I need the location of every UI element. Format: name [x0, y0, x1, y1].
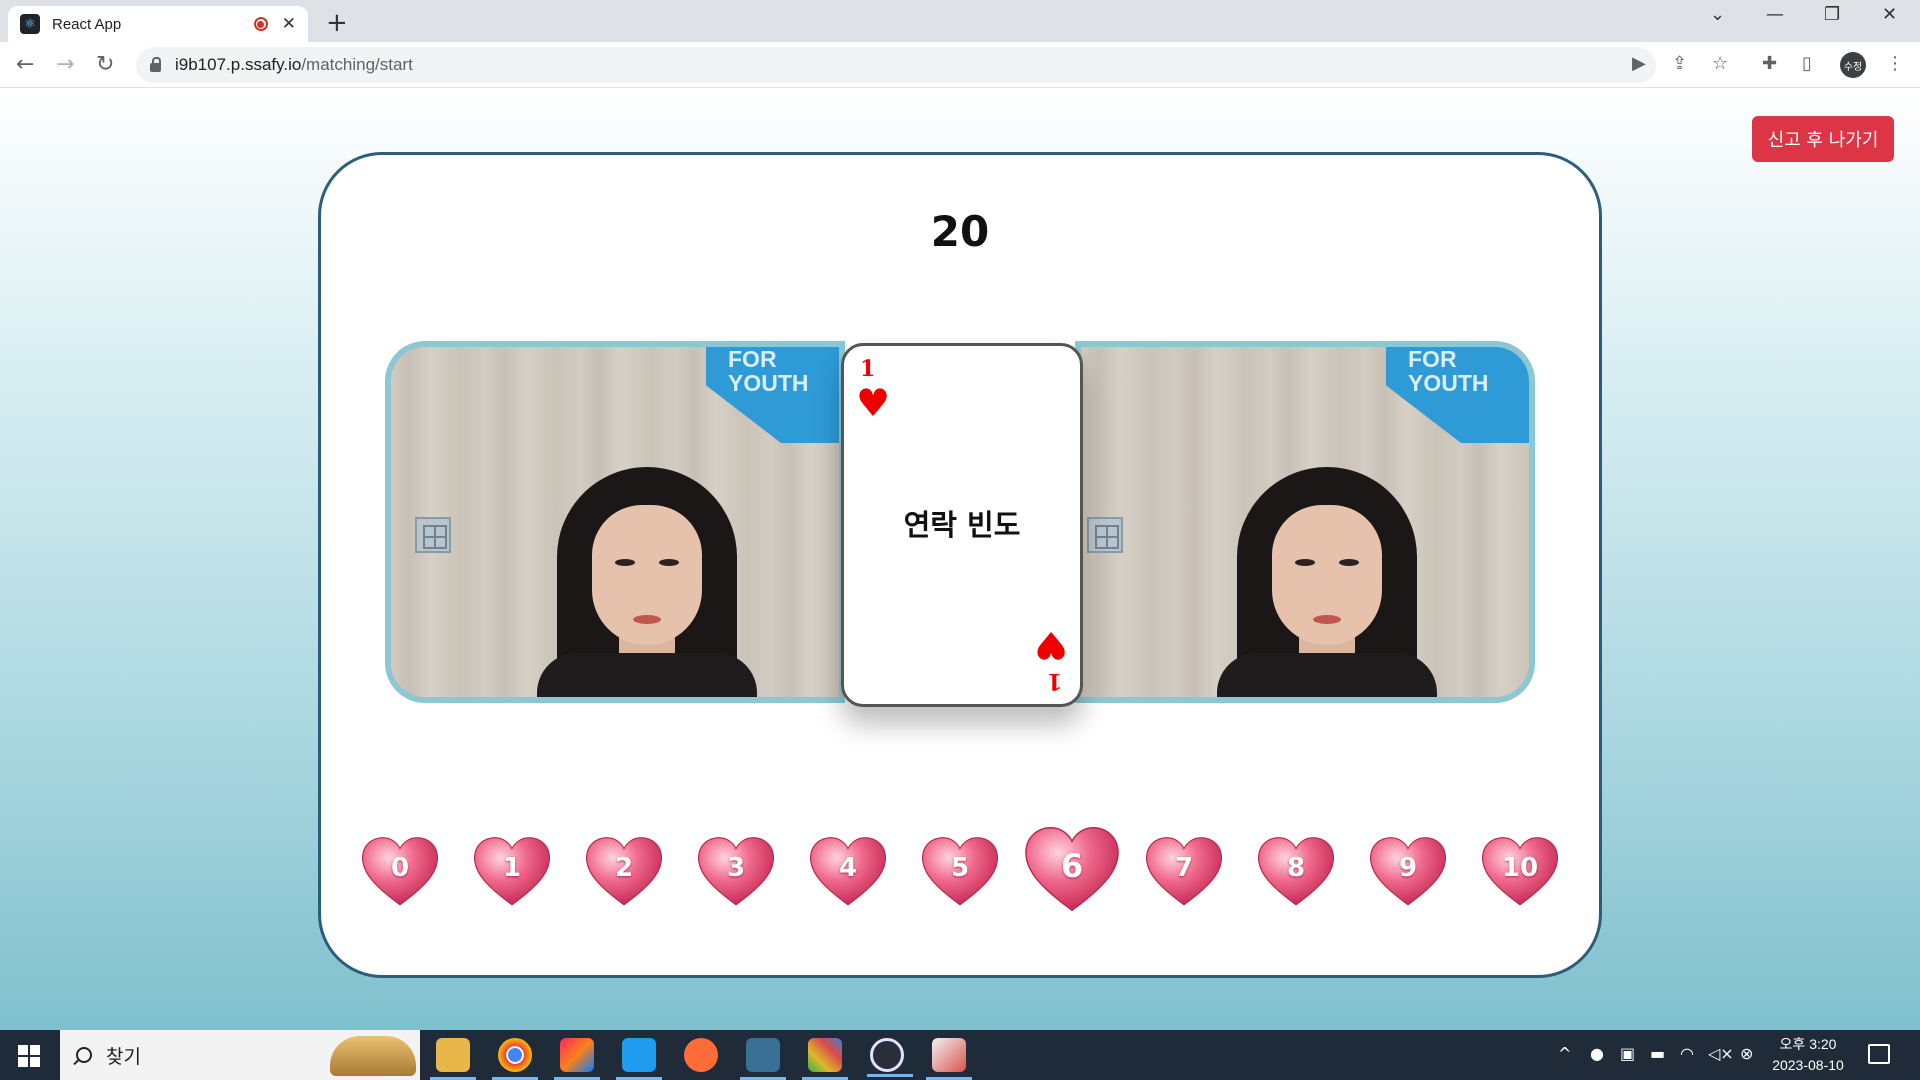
status-icon[interactable]: ⊗	[1740, 1044, 1753, 1063]
score-heart-label: 2	[614, 853, 634, 883]
postman-icon[interactable]	[684, 1038, 718, 1072]
url-bar[interactable]: i9b107.p.ssafy.io/matching/start	[136, 47, 1656, 83]
score-heart-label: 10	[1501, 853, 1539, 883]
new-tab-button[interactable]: +	[326, 8, 348, 38]
notification-icon[interactable]	[1868, 1044, 1890, 1064]
clock-time: 오후 3:20	[1779, 1036, 1837, 1052]
browser-tab[interactable]: ⚛ React App ✕	[8, 6, 308, 42]
display-icon[interactable]: ▣	[1620, 1044, 1635, 1063]
address-toolbar: ← → ↻ i9b107.p.ssafy.io/matching/start ▶…	[0, 42, 1920, 88]
score-heart-4[interactable]: 4	[809, 835, 887, 909]
file-explorer-icon[interactable]	[430, 1038, 476, 1080]
tab-search-chevron-icon[interactable]: ⌄	[1710, 4, 1725, 25]
score-heart-label: 7	[1174, 853, 1194, 883]
profile-avatar[interactable]: 수정	[1840, 52, 1866, 78]
participant-person	[537, 467, 757, 697]
report-and-exit-button[interactable]: 신고 후 나가기	[1752, 116, 1894, 162]
side-panel-icon[interactable]: ▯	[1802, 53, 1812, 74]
page-background: 신고 후 나가기 20 FOR YOUTH FOR YOUTH 1 ♥ 연락 빈…	[0, 88, 1920, 1030]
extensions-icon[interactable]: ✚	[1762, 53, 1777, 74]
banner-text: FOR YOUTH	[728, 346, 809, 396]
tray-chevron-icon[interactable]: ^	[1558, 1044, 1571, 1063]
vscode-icon[interactable]	[616, 1038, 662, 1080]
score-heart-label: 9	[1398, 853, 1418, 883]
react-favicon-icon: ⚛	[20, 14, 40, 34]
partner-video: FOR YOUTH	[1075, 341, 1535, 703]
back-button[interactable]: ←	[16, 52, 34, 77]
card-rank-top: 1	[860, 356, 876, 382]
score-heart-8[interactable]: 8	[1257, 835, 1335, 909]
battery-icon[interactable]: ▬	[1650, 1044, 1665, 1063]
tab-title: React App	[52, 15, 122, 33]
score-heart-label: 1	[502, 853, 522, 883]
score-heart-0[interactable]: 0	[361, 835, 439, 909]
chrome-icon[interactable]	[492, 1038, 538, 1080]
card-topic: 연락 빈도	[903, 508, 1021, 542]
taskbar-search[interactable]: 찾기	[60, 1030, 420, 1080]
score-heart-2[interactable]: 2	[585, 835, 663, 909]
share-icon[interactable]: ⇪	[1672, 53, 1687, 74]
microphone-icon[interactable]: ●	[1590, 1044, 1604, 1063]
wall-switch	[415, 517, 451, 553]
clock-date: 2023-08-10	[1772, 1057, 1844, 1073]
score-heart-label: 6	[1060, 847, 1084, 885]
score-heart-10[interactable]: 10	[1481, 835, 1559, 909]
recording-indicator-icon	[253, 17, 268, 31]
score-heart-3[interactable]: 3	[697, 835, 775, 909]
browser-tab-bar: ⚛ React App ✕ + ⌄ — ❐ ✕	[0, 0, 1920, 42]
heart-suit-icon: ♥	[1033, 623, 1068, 667]
heart-suit-icon: ♥	[856, 381, 891, 425]
score-heart-label: 0	[390, 853, 410, 883]
camera-icon[interactable]: ▶	[1632, 53, 1646, 74]
matching-panel: 20 FOR YOUTH FOR YOUTH 1 ♥ 연락 빈도 ♥ 1 0 1…	[318, 152, 1602, 978]
my-video: FOR YOUTH	[385, 341, 845, 703]
search-placeholder: 찾기	[106, 1045, 141, 1068]
card-rank-bottom: 1	[1046, 668, 1062, 694]
search-icon	[76, 1047, 92, 1063]
wall-switch	[1087, 517, 1123, 553]
mattermost-icon[interactable]	[926, 1038, 972, 1080]
tab-close-icon[interactable]: ✕	[282, 14, 296, 34]
url-host: i9b107.p.ssafy.io	[175, 55, 302, 74]
score-heart-label: 4	[838, 853, 858, 883]
reload-button[interactable]: ↻	[96, 52, 114, 77]
participant-person	[1217, 467, 1437, 697]
mysql-workbench-icon[interactable]	[740, 1038, 786, 1080]
score-heart-9[interactable]: 9	[1369, 835, 1447, 909]
sourcetree-icon[interactable]	[802, 1038, 848, 1080]
topic-card: 1 ♥ 연락 빈도 ♥ 1	[841, 343, 1083, 707]
wifi-icon[interactable]: ◠	[1680, 1044, 1694, 1063]
window-close-button[interactable]: ✕	[1882, 4, 1897, 25]
score-heart-6[interactable]: 6	[1024, 825, 1120, 915]
score-heart-label: 3	[726, 853, 746, 883]
score-heart-label: 8	[1286, 853, 1306, 883]
score-heart-7[interactable]: 7	[1145, 835, 1223, 909]
score-heart-5[interactable]: 5	[921, 835, 999, 909]
windows-taskbar: 찾기 ^ ● ▣ ▬ ◠ ◁× ⊗ 오후 3:20 2023-08-10	[0, 1030, 1920, 1080]
url-path: /matching/start	[301, 55, 413, 74]
forward-button[interactable]: →	[56, 52, 74, 77]
menu-kebab-icon[interactable]: ⋮	[1886, 53, 1904, 74]
minimize-button[interactable]: —	[1766, 4, 1784, 25]
lock-icon	[150, 56, 161, 72]
intellij-icon[interactable]	[554, 1038, 600, 1080]
obs-icon[interactable]	[867, 1038, 913, 1077]
search-highlight-image	[330, 1036, 416, 1076]
bookmark-star-icon[interactable]: ☆	[1712, 53, 1728, 74]
score-heart-1[interactable]: 1	[473, 835, 551, 909]
countdown-timer: 20	[930, 207, 990, 256]
score-selector: 0 1 2 3 4 5 6 7 8 9 10	[361, 827, 1565, 925]
system-clock[interactable]: 오후 3:20 2023-08-10	[1760, 1034, 1856, 1076]
volume-muted-icon[interactable]: ◁×	[1708, 1044, 1734, 1063]
windows-start-icon[interactable]	[18, 1045, 40, 1067]
restore-button[interactable]: ❐	[1824, 4, 1840, 25]
banner-text: FOR YOUTH	[1408, 346, 1489, 396]
score-heart-label: 5	[950, 853, 970, 883]
